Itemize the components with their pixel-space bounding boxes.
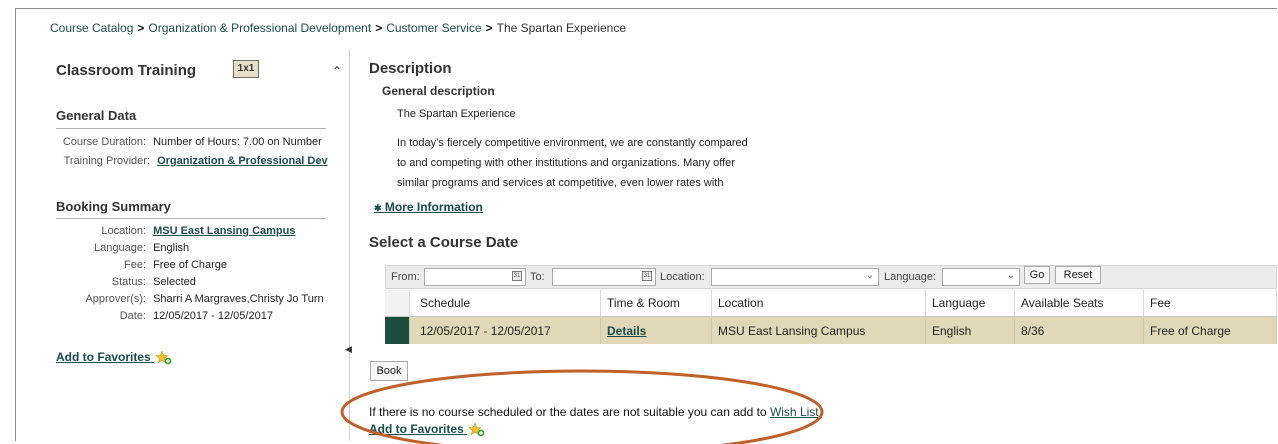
favorite-star-icon <box>156 350 172 365</box>
more-information-link[interactable]: ✱ More Information <box>374 200 483 214</box>
training-provider-row: Training Provider: Organization & Profes… <box>60 155 328 167</box>
from-date-input[interactable]: 31 <box>424 268 526 286</box>
details-link[interactable]: Details <box>607 324 646 338</box>
course-duration-row: Course Duration: Number of Hours: 7.00 o… <box>60 136 322 148</box>
location-filter-label: Location: <box>660 271 705 283</box>
fee-cell: Free of Charge <box>1143 316 1277 344</box>
fee-label: Fee: <box>123 259 146 271</box>
date-row: Date: 12/05/2017 - 12/05/2017 <box>60 310 273 322</box>
add-to-favorites-label: Add to Favorites <box>56 350 151 364</box>
add-to-favorites-link-left[interactable]: Add to Favorites <box>56 350 172 365</box>
collapse-left-icon[interactable]: ◀ <box>345 344 352 355</box>
training-provider-link[interactable]: Organization & Professional Dev <box>157 155 328 167</box>
breadcrumb-separator: > <box>485 21 493 35</box>
course-duration-value: Number of Hours: 7.00 on Number <box>153 136 322 148</box>
location-row: Location: MSU East Lansing Campus <box>60 225 295 237</box>
select-course-date-heading: Select a Course Date <box>369 234 519 251</box>
course-name-text: The Spartan Experience <box>397 108 516 120</box>
column-header[interactable]: Language <box>925 290 1015 317</box>
column-header[interactable]: Time & Room <box>600 290 712 317</box>
fee-row: Fee: Free of Charge <box>60 259 227 271</box>
more-information-label: More Information <box>384 200 483 214</box>
location-cell: MSU East Lansing Campus <box>711 316 926 344</box>
section-divider <box>56 218 326 219</box>
table-header-row: Schedule Time & Room Location Language A… <box>385 290 1277 317</box>
time-room-cell: Details <box>600 316 712 344</box>
language-filter-label: Language: <box>884 271 936 283</box>
language-row: Language: English <box>60 242 189 254</box>
layout-toggle-badge[interactable]: 1x1 <box>233 60 259 78</box>
language-value: English <box>153 242 190 254</box>
column-header[interactable]: Fee <box>1143 290 1277 317</box>
breadcrumb-separator: > <box>137 21 145 35</box>
language-select[interactable]: ⌄ <box>942 268 1020 286</box>
general-description-heading: General description <box>382 84 495 98</box>
course-date-filter-bar: From: 31 To: 31 Location: ⌄ Language: ⌄ … <box>385 265 1277 289</box>
chevron-down-icon: ⌄ <box>1006 270 1015 281</box>
row-selector-header[interactable] <box>385 290 410 317</box>
from-label: From: <box>391 271 420 283</box>
reset-button[interactable]: Reset <box>1055 266 1101 284</box>
booking-summary-heading: Booking Summary <box>56 199 171 214</box>
to-label: To: <box>530 271 545 283</box>
chevron-down-icon: ⌄ <box>865 270 874 281</box>
breadcrumb-separator: > <box>375 21 383 35</box>
status-value: Selected <box>153 276 196 288</box>
general-data-heading: General Data <box>56 108 137 123</box>
description-line: In today’s fiercely competitive environm… <box>397 137 748 149</box>
breadcrumb-customer-service[interactable]: Customer Service <box>386 21 481 35</box>
schedule-cell: 12/05/2017 - 12/05/2017 <box>409 316 601 344</box>
course-schedule-table: Schedule Time & Room Location Language A… <box>385 290 1277 344</box>
seats-cell: 8/36 <box>1014 316 1144 344</box>
course-summary-panel: Classroom Training 1x1 ⌃ General Data Co… <box>50 50 350 441</box>
to-date-input[interactable]: 31 <box>552 268 656 286</box>
go-button[interactable]: Go <box>1024 266 1050 284</box>
approvers-row: Approver(s): Sharri A Margraves,Christy … <box>60 293 324 305</box>
approvers-label: Approver(s): <box>85 293 146 305</box>
breadcrumb-current: The Spartan Experience <box>496 21 627 35</box>
language-cell: English <box>925 316 1015 344</box>
location-label: Location: <box>101 225 146 237</box>
column-header[interactable]: Location <box>711 290 926 317</box>
breadcrumb-course-catalog[interactable]: Course Catalog <box>50 21 133 35</box>
section-divider <box>56 128 326 129</box>
language-label: Language: <box>94 242 146 254</box>
description-heading: Description <box>369 60 452 77</box>
approvers-value: Sharri A Margraves,Christy Jo Turn <box>153 293 324 305</box>
course-duration-label: Course Duration: <box>62 136 146 148</box>
collapse-up-icon[interactable]: ⌃ <box>332 64 342 78</box>
status-row: Status: Selected <box>60 276 196 288</box>
calendar-icon[interactable]: 31 <box>642 271 652 281</box>
panel-title: Classroom Training <box>56 62 197 79</box>
table-row[interactable]: 12/05/2017 - 12/05/2017 Details MSU East… <box>385 316 1277 344</box>
status-label: Status: <box>111 276 146 288</box>
calendar-icon[interactable]: 31 <box>512 271 522 281</box>
breadcrumb-org-prof-dev[interactable]: Organization & Professional Development <box>148 21 371 35</box>
location-select[interactable]: ⌄ <box>711 268 879 286</box>
row-selector[interactable] <box>385 316 410 344</box>
location-link[interactable]: MSU East Lansing Campus <box>153 225 295 237</box>
annotation-ellipse-shape <box>340 369 824 444</box>
annotation-ellipse <box>340 369 824 444</box>
expand-icon: ✱ <box>374 203 382 213</box>
training-provider-label: Training Provider: <box>63 155 150 167</box>
date-label: Date: <box>119 310 146 322</box>
column-header[interactable]: Available Seats <box>1014 290 1144 317</box>
column-header[interactable]: Schedule <box>409 290 601 317</box>
breadcrumb: Course Catalog > Organization & Profession… <box>50 21 626 35</box>
fee-value: Free of Charge <box>153 259 228 271</box>
description-line: to and competing with other institutions… <box>397 157 735 169</box>
description-line: similar programs and services at competi… <box>397 177 724 189</box>
date-value: 12/05/2017 - 12/05/2017 <box>153 310 273 322</box>
